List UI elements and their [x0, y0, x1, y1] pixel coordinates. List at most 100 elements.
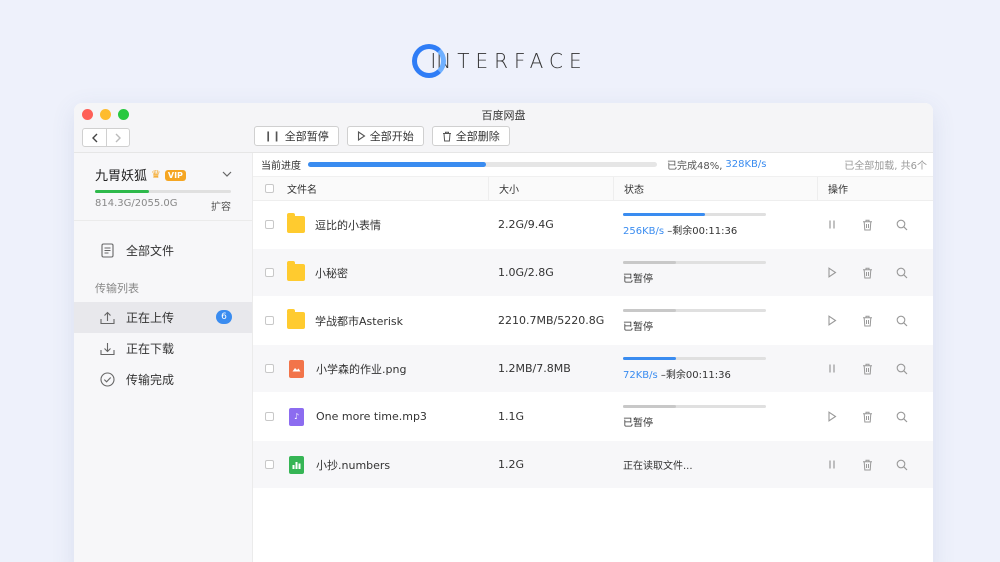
row-status-text: 已暂停: [623, 273, 653, 285]
row-select-cell: [253, 364, 287, 373]
row-status: 已暂停: [623, 270, 817, 285]
table-row[interactable]: 小抄.numbers 1.2G 正在读取文件...: [253, 441, 933, 489]
table-row[interactable]: 小学森的作业.png 1.2MB/7.8MB 72KB/s –剩余00:11:36: [253, 345, 933, 393]
header-size[interactable]: 大小: [488, 176, 613, 201]
pause-all-button[interactable]: ❙❙ 全部暂停: [254, 126, 339, 146]
delete-button[interactable]: [860, 362, 874, 376]
sidebar-item-label: 传输完成: [126, 373, 175, 387]
brand-logo: I NTERFACE: [412, 44, 587, 78]
pause-icon: ❙❙: [264, 130, 281, 142]
row-progress-bar: [623, 212, 766, 216]
row-actions: [817, 314, 933, 328]
row-select-cell: [253, 460, 287, 469]
sidebar: 九胃妖狐 ♛ VIP 814.3G/2055.0G 扩容 全部文件 传输列表 正…: [74, 153, 253, 562]
start-all-label: 全部开始: [369, 130, 414, 143]
row-name-cell: 逗比的小表情: [287, 213, 488, 233]
pause-icon: [827, 219, 837, 230]
sidebar-item-downloading[interactable]: 正在下载: [74, 333, 252, 364]
row-remaining: –剩余00:11:36: [657, 369, 731, 381]
locate-button[interactable]: [895, 266, 909, 280]
expand-link[interactable]: 扩容: [211, 198, 231, 213]
search-icon: [896, 219, 908, 231]
document-icon: [99, 243, 115, 259]
transfer-list: 逗比的小表情 2.2G/9.4G 256KB/s –剩余00:11:36 小秘密 1.0…: [253, 201, 933, 489]
locate-button[interactable]: [895, 314, 909, 328]
row-actions: [817, 362, 933, 376]
delete-button[interactable]: [860, 458, 874, 472]
overall-progress-fill: [308, 162, 486, 167]
quota-row: 814.3G/2055.0G 扩容: [95, 198, 231, 213]
locate-button[interactable]: [895, 458, 909, 472]
locate-button[interactable]: [895, 218, 909, 232]
folder-icon: [287, 309, 305, 329]
folder-icon: [287, 213, 305, 233]
table-row[interactable]: 学战都市Asterisk 2210.7MB/5220.8G 已暂停: [253, 297, 933, 345]
trash-icon: [442, 131, 451, 141]
row-checkbox[interactable]: [265, 268, 274, 277]
row-progress-bar: [623, 404, 766, 408]
file-name: 学战都市Asterisk: [315, 314, 404, 328]
select-all-checkbox[interactable]: [265, 184, 274, 193]
table-row[interactable]: ♪ One more time.mp3 1.1G 已暂停: [253, 393, 933, 441]
file-size: 2.2G/9.4G: [498, 218, 554, 231]
delete-button[interactable]: [860, 314, 874, 328]
file-name: One more time.mp3: [316, 410, 427, 423]
row-status-text: 已暂停: [623, 321, 653, 333]
row-checkbox[interactable]: [265, 364, 274, 373]
resume-button[interactable]: [825, 266, 839, 280]
row-progress-fill: [623, 308, 676, 312]
delete-button[interactable]: [860, 410, 874, 424]
row-name-cell: 小秘密: [287, 261, 488, 281]
trash-icon: [862, 459, 873, 471]
pause-icon: [827, 363, 837, 374]
row-checkbox[interactable]: [265, 220, 274, 229]
sidebar-item-completed[interactable]: 传输完成: [74, 364, 252, 395]
row-progress-fill: [623, 212, 705, 216]
locate-button[interactable]: [895, 362, 909, 376]
row-select-cell: [253, 220, 287, 229]
row-select-cell: [253, 268, 287, 277]
delete-all-button[interactable]: 全部删除: [431, 126, 510, 146]
table-row[interactable]: 小秘密 1.0G/2.8G 已暂停: [253, 249, 933, 297]
sidebar-item-uploading[interactable]: 正在上传 6: [74, 302, 252, 333]
pause-button[interactable]: [825, 218, 839, 232]
row-checkbox[interactable]: [265, 316, 274, 325]
upload-count-badge: 6: [216, 310, 232, 324]
resume-button[interactable]: [825, 314, 839, 328]
table-row[interactable]: 逗比的小表情 2.2G/9.4G 256KB/s –剩余00:11:36: [253, 201, 933, 249]
user-menu[interactable]: 九胃妖狐 ♛ VIP: [95, 165, 232, 184]
sidebar-item-label: 正在上传: [126, 311, 175, 325]
upload-icon: [99, 310, 115, 326]
pause-all-label: 全部暂停: [284, 130, 329, 143]
start-all-button[interactable]: 全部开始: [346, 126, 424, 146]
row-speed: 72KB/s: [623, 369, 658, 381]
sidebar-item-all-files[interactable]: 全部文件: [74, 235, 252, 266]
progress-done-text: 已完成48%,: [667, 161, 723, 172]
user-panel: 九胃妖狐 ♛ VIP 814.3G/2055.0G 扩容: [74, 153, 252, 221]
delete-button[interactable]: [860, 266, 874, 280]
header-name[interactable]: 文件名: [287, 177, 488, 201]
chevron-down-icon[interactable]: [222, 170, 232, 180]
file-name: 逗比的小表情: [315, 218, 381, 232]
brand-text-rest: NTERFACE: [436, 49, 588, 73]
search-icon: [896, 267, 908, 279]
delete-button[interactable]: [860, 218, 874, 232]
pause-icon: [827, 459, 837, 470]
row-status-cell: 已暂停: [613, 308, 817, 333]
header-status[interactable]: 状态: [613, 176, 817, 201]
row-status: 已暂停: [623, 318, 817, 333]
file-size: 2210.7MB/5220.8G: [498, 314, 605, 327]
pause-button[interactable]: [825, 458, 839, 472]
play-icon: [357, 131, 366, 141]
pause-button[interactable]: [825, 362, 839, 376]
resume-button[interactable]: [825, 410, 839, 424]
row-status-cell: 已暂停: [613, 404, 817, 429]
row-checkbox[interactable]: [265, 412, 274, 421]
file-size: 1.2MB/7.8MB: [498, 362, 571, 375]
back-button[interactable]: [83, 129, 106, 146]
row-checkbox[interactable]: [265, 460, 274, 469]
locate-button[interactable]: [895, 410, 909, 424]
numbers-file-icon: [289, 455, 304, 474]
row-name-cell: 小抄.numbers: [287, 455, 488, 474]
forward-button[interactable]: [106, 129, 129, 146]
